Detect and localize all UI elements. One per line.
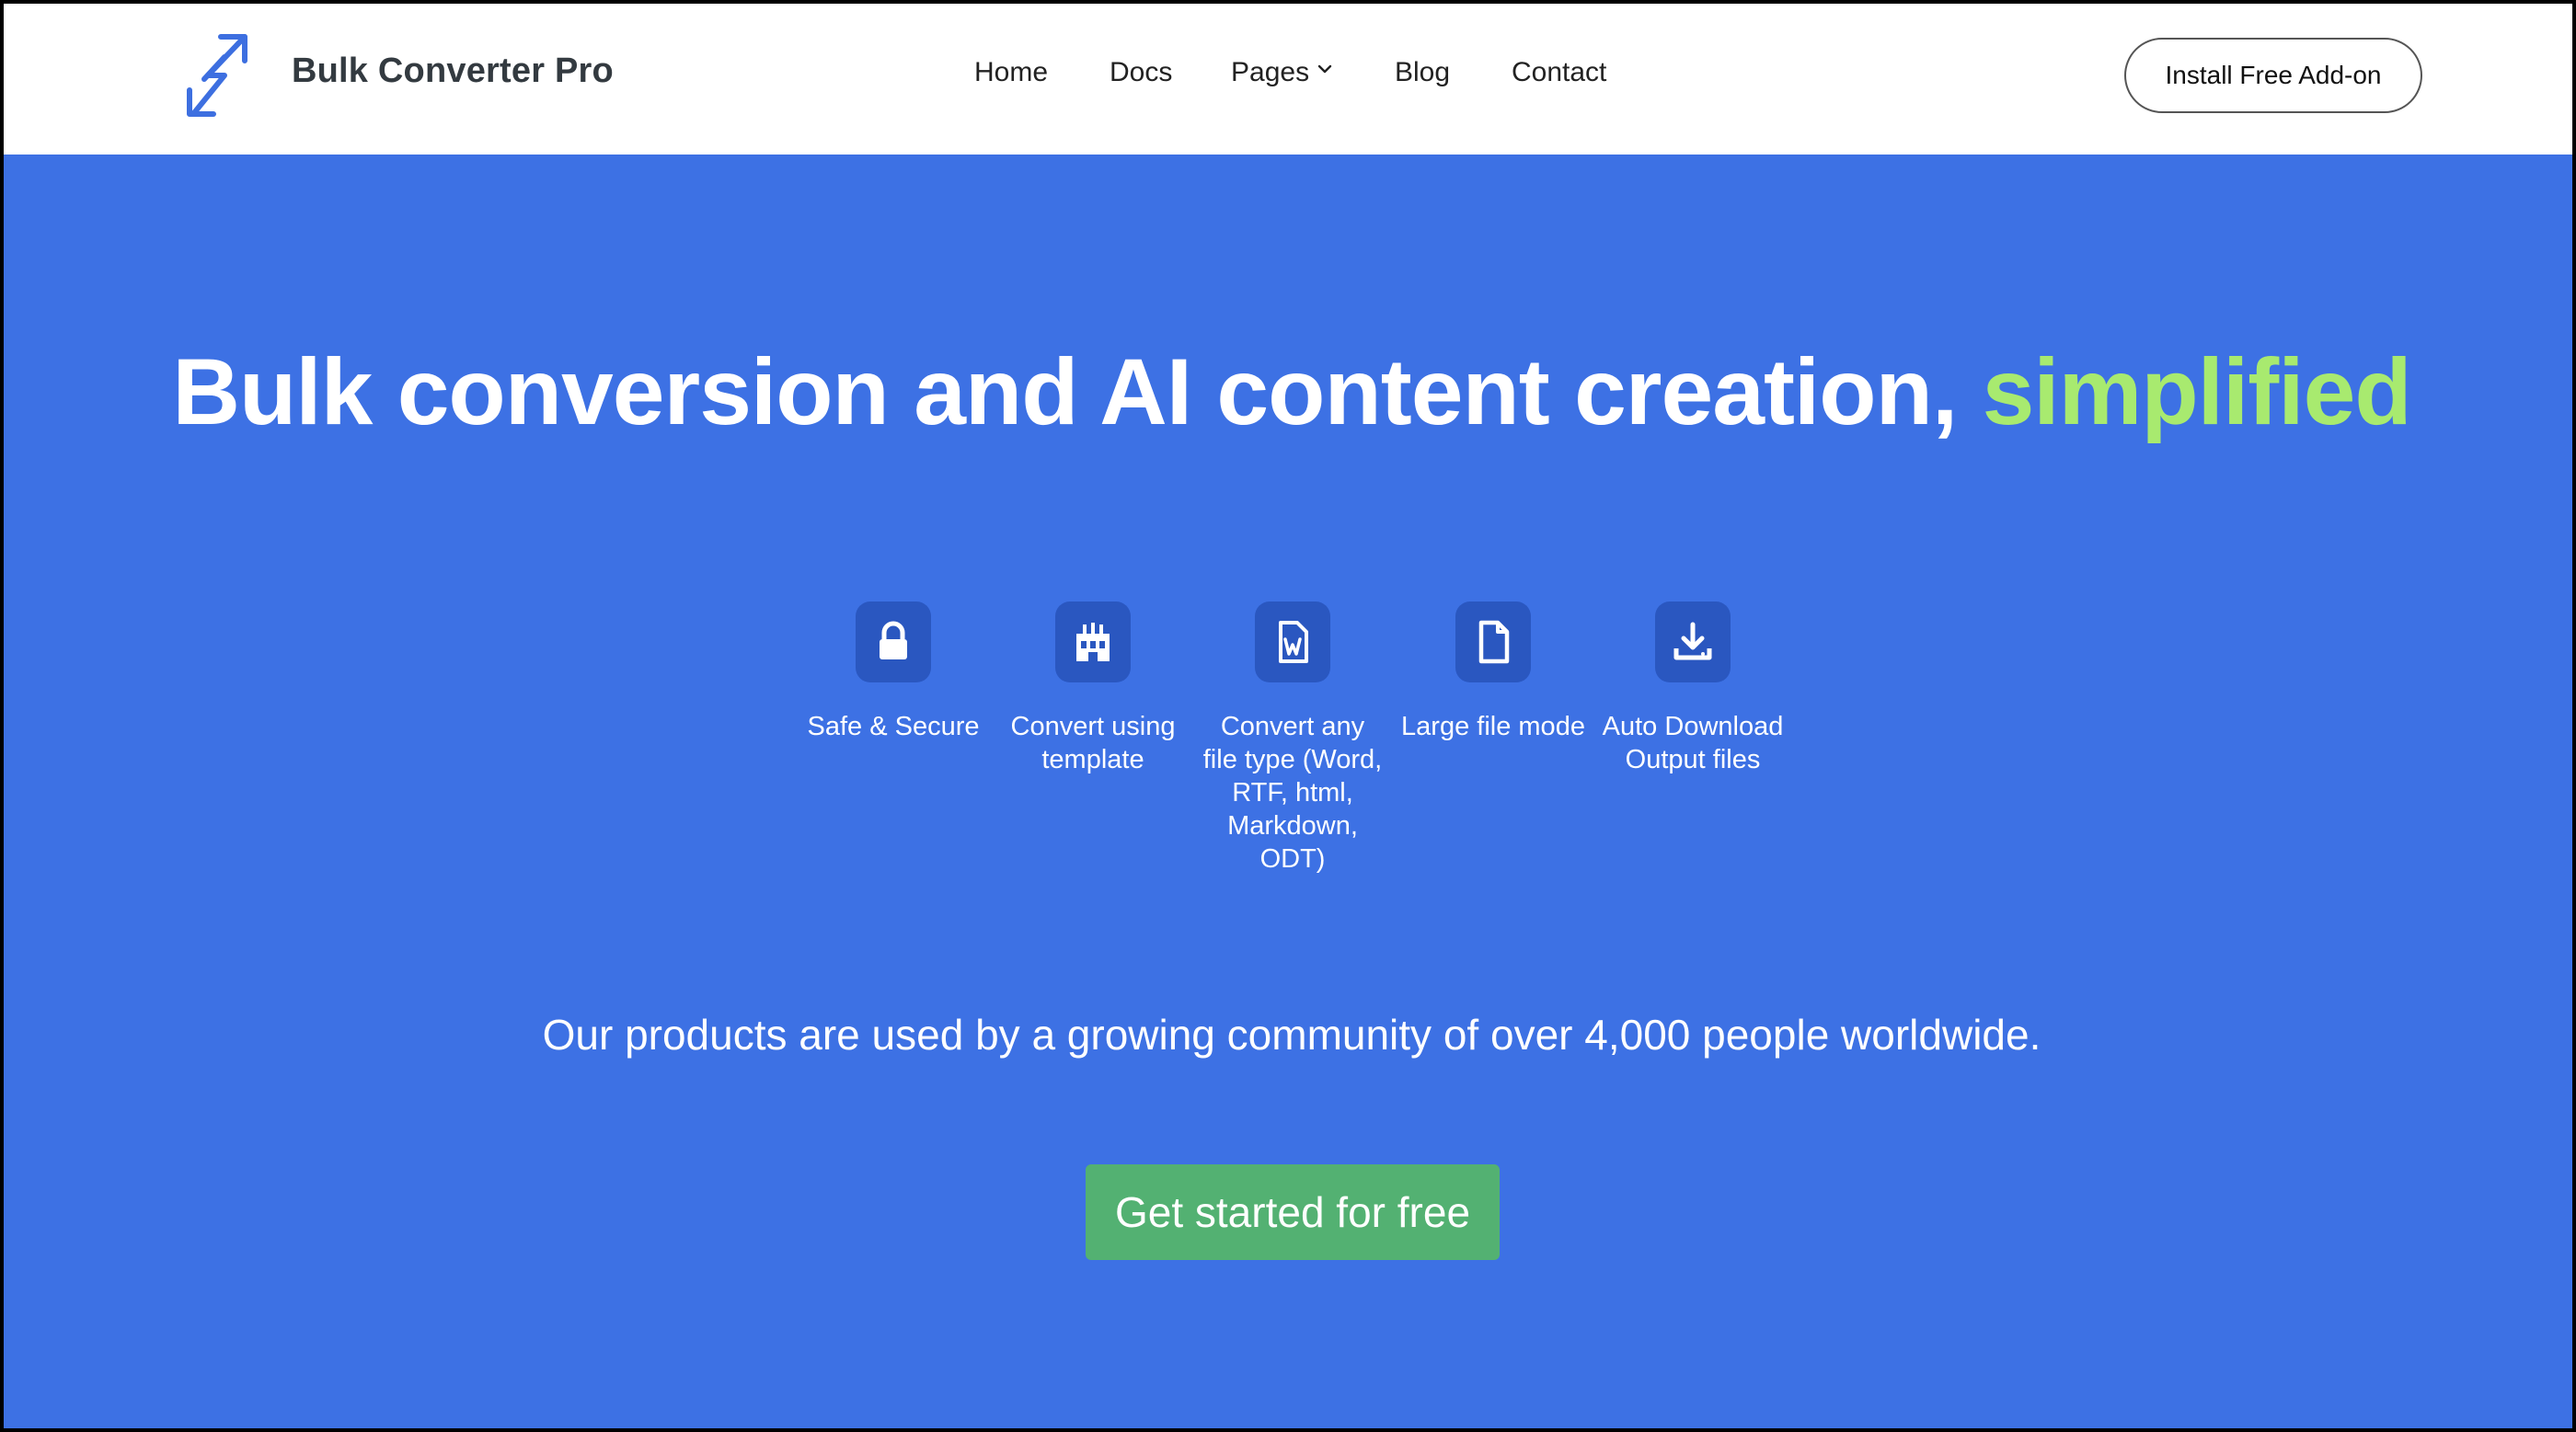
nav-pages-label: Pages [1231, 57, 1310, 87]
feature-label: Large file mode [1401, 712, 1585, 741]
nav-pages[interactable]: Pages [1231, 57, 1333, 88]
feature-label: Convert using template [1010, 712, 1176, 774]
community-text: Our products are used by a growing commu… [542, 1011, 2041, 1059]
get-started-button[interactable]: Get started for free [1086, 1164, 1500, 1260]
feature-template: Convert using template [1001, 601, 1185, 776]
feature-label: Convert any file type (Word, RTF, html, … [1202, 712, 1383, 874]
nav-contact[interactable]: Contact [1512, 57, 1606, 88]
nav-docs[interactable]: Docs [1110, 57, 1172, 88]
template-icon [1055, 601, 1131, 682]
brand-name[interactable]: Bulk Converter Pro [292, 52, 614, 91]
page-frame: Bulk Converter Pro Home Docs Pages Blog … [0, 0, 2576, 1432]
headline-main: Bulk conversion and AI content creation, [172, 339, 1983, 444]
feature-safe-secure: Safe & Secure [801, 601, 985, 743]
download-icon [1655, 601, 1731, 682]
feature-auto-download: Auto Download Output files [1601, 601, 1785, 776]
nav-blog[interactable]: Blog [1395, 57, 1450, 88]
feature-label: Safe & Secure [807, 712, 980, 741]
chevron-down-icon [1317, 64, 1332, 74]
headline-accent: simplified [1982, 339, 2412, 444]
feature-label: Auto Download Output files [1602, 712, 1784, 774]
hero-headline: Bulk conversion and AI content creation,… [4, 338, 2572, 446]
hero-section: Bulk conversion and AI content creation,… [4, 155, 2572, 1428]
nav-home[interactable]: Home [974, 57, 1048, 88]
logo-icon[interactable] [184, 31, 250, 120]
lock-icon [856, 601, 931, 682]
site-header: Bulk Converter Pro Home Docs Pages Blog … [4, 4, 2572, 155]
feature-file-types: Convert any file type (Word, RTF, html, … [1201, 601, 1385, 876]
feature-large-file: Large file mode [1401, 601, 1585, 743]
word-document-icon [1255, 601, 1330, 682]
install-addon-button[interactable]: Install Free Add-on [2124, 38, 2422, 113]
file-icon [1455, 601, 1531, 682]
